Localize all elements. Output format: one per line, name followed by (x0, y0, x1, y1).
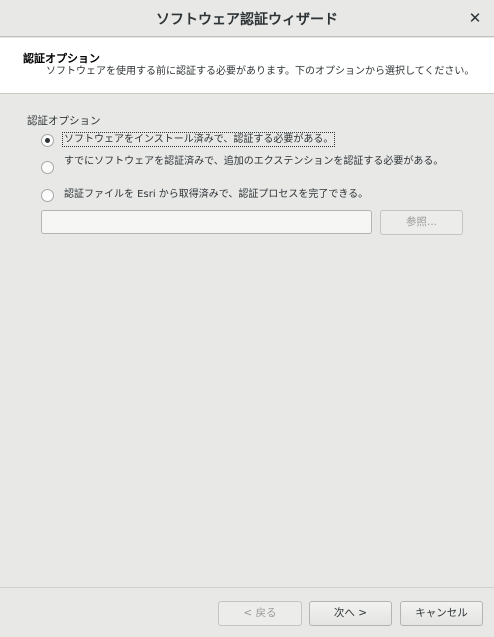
next-button[interactable]: 次へ > (309, 601, 392, 626)
header-description: ソフトウェアを使用する前に認証する必要があります。下のオプションから選択してくだ… (46, 66, 475, 77)
header-title: 認証オプション (23, 52, 100, 65)
option-label[interactable]: ソフトウェアをインストール済みで、認証する必要がある。 (61, 132, 336, 147)
wizard-header: 認証オプション ソフトウェアを使用する前に認証する必要があります。下のオプション… (0, 38, 494, 94)
back-button[interactable]: < 戻る (218, 601, 302, 626)
browse-button[interactable]: 参照... (380, 210, 463, 235)
window-title: ソフトウェア認証ウィザード (156, 12, 338, 28)
options-group-label: 認証オプション (27, 115, 101, 127)
title-bar: ソフトウェア認証ウィザード ✕ (0, 0, 494, 37)
footer-divider (0, 587, 494, 588)
option-label[interactable]: 認証ファイルを Esri から取得済みで、認証プロセスを完了できる。 (64, 189, 368, 200)
cancel-button[interactable]: キャンセル (400, 601, 483, 626)
close-icon[interactable]: ✕ (466, 9, 484, 27)
radio-button[interactable] (41, 161, 54, 174)
radio-button[interactable] (41, 189, 54, 202)
auth-file-path-input[interactable] (41, 210, 372, 234)
option-label[interactable]: すでにソフトウェアを認証済みで、追加のエクステンションを認証する必要がある。 (64, 156, 459, 167)
radio-button[interactable] (41, 134, 54, 147)
